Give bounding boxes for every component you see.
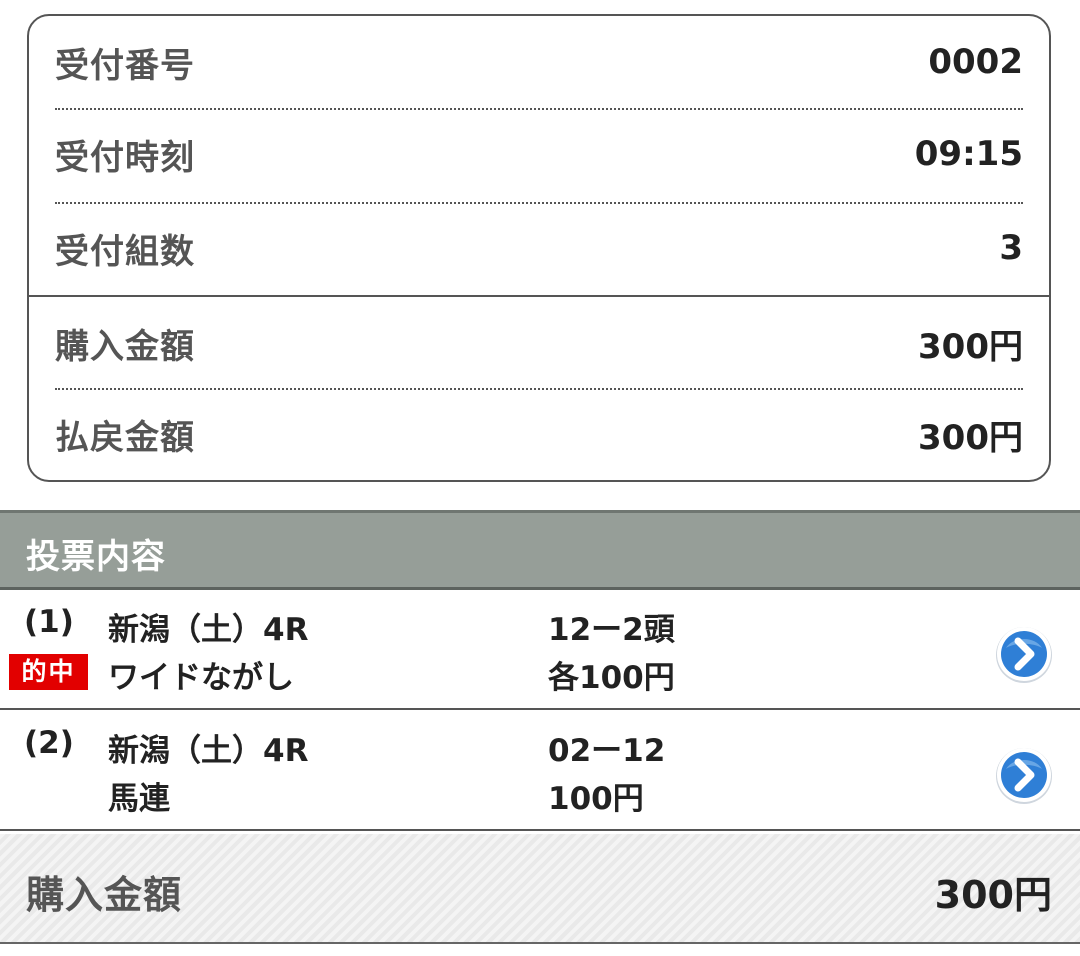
chevron-right-circle-icon[interactable] — [994, 624, 1054, 684]
total-purchase-value: 300円 — [934, 873, 1052, 917]
reception-number-value: 0002 — [928, 42, 1023, 82]
reception-time-value: 09:15 — [914, 134, 1023, 174]
bet-type: ワイドながし — [108, 660, 294, 696]
summary-row-combination-count: 受付組数 3 — [55, 202, 1023, 294]
hit-badge: 的中 — [9, 654, 88, 690]
combination-count-label: 受付組数 — [55, 231, 195, 272]
bet-type: 馬連 — [108, 781, 170, 817]
bet-list-item[interactable]: (2) 新潟（土）4R 馬連 02ー12 100円 — [0, 713, 1080, 831]
bet-combination: 12ー2頭 — [548, 612, 675, 648]
bets-section-title: 投票内容 — [26, 537, 166, 577]
total-purchase-bar: 購入金額 300円 — [0, 834, 1080, 944]
reception-number-label: 受付番号 — [55, 45, 195, 86]
purchase-amount-value: 300円 — [918, 326, 1023, 367]
total-purchase-label: 購入金額 — [26, 873, 183, 917]
summary-row-reception-number: 受付番号 0002 — [55, 16, 1023, 108]
payout-amount-value: 300円 — [918, 417, 1023, 458]
summary-row-reception-time: 受付時刻 09:15 — [55, 108, 1023, 200]
bets-section-header: 投票内容 — [0, 510, 1080, 590]
summary-row-payout-amount: 払戻金額 300円 — [55, 388, 1023, 480]
bet-number: (2) — [24, 725, 74, 761]
bet-combination: 02ー12 — [548, 733, 666, 769]
bet-amount: 100円 — [548, 781, 644, 817]
bet-race: 新潟（土）4R — [108, 612, 309, 648]
bet-number: (1) — [24, 604, 74, 640]
chevron-right-circle-icon[interactable] — [994, 745, 1054, 805]
purchase-amount-label: 購入金額 — [55, 326, 195, 367]
ticket-summary-card: 受付番号 0002 受付時刻 09:15 受付組数 3 購入金額 300円 払戻… — [27, 14, 1051, 482]
combination-count-value: 3 — [999, 228, 1023, 268]
reception-time-label: 受付時刻 — [55, 137, 195, 178]
summary-row-purchase-amount: 購入金額 300円 — [55, 297, 1023, 389]
bet-race: 新潟（土）4R — [108, 733, 309, 769]
bet-list-item[interactable]: (1) 的中 新潟（土）4R ワイドながし 12ー2頭 各100円 — [0, 592, 1080, 710]
bet-amount: 各100円 — [548, 660, 675, 696]
payout-amount-label: 払戻金額 — [55, 417, 195, 458]
